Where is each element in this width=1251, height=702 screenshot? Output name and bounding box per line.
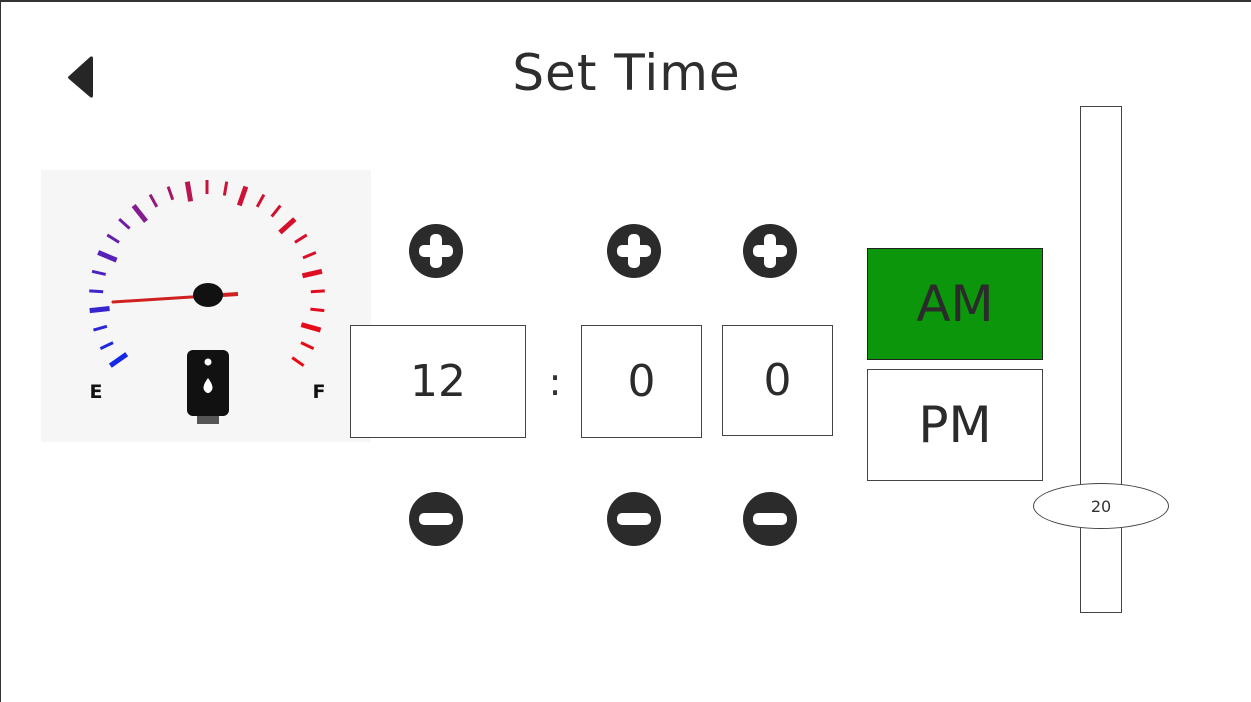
gauge-tick — [89, 289, 104, 294]
am-button[interactable]: AM — [867, 248, 1043, 360]
gauge-tick — [89, 306, 110, 314]
gauge-tick — [184, 181, 194, 202]
gauge-empty-label: E — [90, 381, 103, 403]
needle-hub — [193, 283, 223, 307]
minute-ones-decrement-button[interactable] — [742, 491, 798, 547]
minute-tens-decrement-button[interactable] — [606, 491, 662, 547]
fuel-gauge: E F — [41, 170, 371, 442]
slider-thumb[interactable]: 20 — [1033, 483, 1169, 529]
slider-track[interactable] — [1080, 106, 1122, 613]
fuel-tank-icon — [187, 350, 229, 424]
gauge-tick — [310, 307, 325, 313]
time-separator: : — [548, 360, 562, 404]
set-time-screen: Set Time E F 12 : 0 0 AM PM 20 — [0, 0, 1251, 702]
hour-decrement-button[interactable] — [408, 491, 464, 547]
page-title: Set Time — [512, 44, 741, 102]
minute-tens-increment-button[interactable] — [606, 223, 662, 279]
pm-button[interactable]: PM — [867, 369, 1043, 481]
gauge-tick — [310, 289, 325, 294]
minute-ones-increment-button[interactable] — [742, 223, 798, 279]
hour-increment-button[interactable] — [408, 223, 464, 279]
minute-ones-field[interactable]: 0 — [722, 325, 833, 436]
minute-tens-field[interactable]: 0 — [581, 325, 702, 438]
gauge-full-label: F — [313, 381, 326, 403]
hour-field[interactable]: 12 — [350, 325, 526, 438]
